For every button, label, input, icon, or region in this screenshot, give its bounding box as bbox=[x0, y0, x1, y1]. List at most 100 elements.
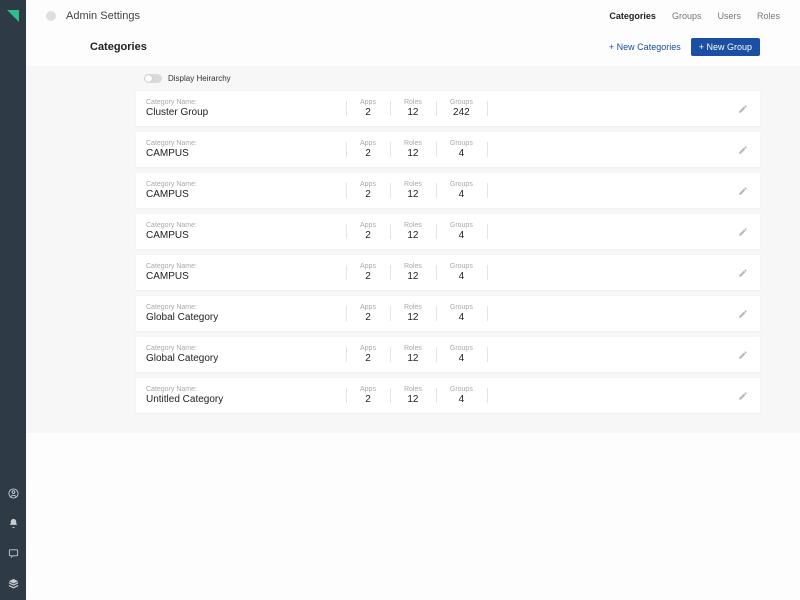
category-row[interactable]: Category Name:CAMPUSApps2Roles12 Groups4 bbox=[136, 173, 760, 208]
stat-label: Groups bbox=[450, 386, 473, 393]
nav-tab-users[interactable]: Users bbox=[717, 11, 741, 21]
stat-divider bbox=[487, 101, 488, 116]
stat-label: Roles bbox=[404, 140, 422, 147]
category-name-label: Category Name: bbox=[146, 181, 346, 188]
category-row[interactable]: Category Name:Untitled CategoryApps2Role… bbox=[136, 378, 760, 413]
stat-groups: Groups4 bbox=[436, 222, 487, 241]
layers-icon[interactable] bbox=[8, 578, 19, 592]
category-row[interactable]: Category Name:Global CategoryApps2Roles1… bbox=[136, 337, 760, 372]
stat-divider bbox=[487, 142, 488, 157]
edit-icon[interactable] bbox=[738, 145, 748, 155]
edit-icon[interactable] bbox=[738, 350, 748, 360]
new-group-button[interactable]: + New Group bbox=[691, 38, 760, 56]
stat-label: Roles bbox=[404, 304, 422, 311]
new-categories-button[interactable]: + New Categories bbox=[609, 42, 681, 52]
edit-icon[interactable] bbox=[738, 268, 748, 278]
stat-label: Groups bbox=[450, 99, 473, 106]
stat-divider bbox=[487, 347, 488, 362]
edit-icon[interactable] bbox=[738, 186, 748, 196]
topbar: Admin Settings Categories Groups Users Role… bbox=[26, 0, 800, 28]
category-name-label: Category Name: bbox=[146, 263, 346, 270]
stat-label: Groups bbox=[450, 263, 473, 270]
stat-value: 4 bbox=[450, 394, 473, 405]
category-stats: Apps2 Roles12 Groups4 bbox=[346, 263, 488, 282]
edit-icon[interactable] bbox=[738, 104, 748, 114]
category-row[interactable]: Category Name:Global CategoryApps2Roles1… bbox=[136, 296, 760, 331]
stat-value: 2 bbox=[360, 312, 376, 323]
stat-label: Roles bbox=[404, 386, 422, 393]
category-stats: Apps2Roles12Groups4 bbox=[346, 304, 488, 323]
stat-label: Apps bbox=[360, 181, 376, 188]
stat-roles: Roles12 bbox=[390, 222, 436, 241]
stat-roles: Roles12 bbox=[390, 181, 436, 200]
page-header: Categories + New Categories + New Group bbox=[26, 28, 800, 66]
stat-value: 4 bbox=[450, 189, 473, 200]
stat-groups: Groups4 bbox=[436, 386, 487, 405]
stat-roles: Roles12 bbox=[390, 140, 436, 159]
category-name-label: Category Name: bbox=[146, 140, 346, 147]
nav-tab-roles[interactable]: Roles bbox=[757, 11, 780, 21]
stat-divider bbox=[487, 224, 488, 239]
edit-icon[interactable] bbox=[738, 391, 748, 401]
stat-value: 2 bbox=[360, 230, 376, 241]
category-row[interactable]: Category Name:Cluster GroupApps2Roles12G… bbox=[136, 91, 760, 126]
stat-groups: Groups4 bbox=[436, 140, 487, 159]
edit-icon[interactable] bbox=[738, 227, 748, 237]
user-icon[interactable] bbox=[8, 488, 19, 502]
main: Admin Settings Categories Groups Users Role… bbox=[26, 0, 800, 600]
category-name-value: Cluster Group bbox=[146, 107, 346, 118]
stat-apps: Apps2 bbox=[346, 386, 390, 405]
stat-value: 4 bbox=[450, 312, 473, 323]
stat-apps: Apps2 bbox=[346, 181, 390, 200]
logo-icon bbox=[7, 10, 19, 22]
app-root: Admin Settings Categories Groups Users Role… bbox=[0, 0, 800, 600]
edit-icon[interactable] bbox=[738, 309, 748, 319]
stat-divider bbox=[487, 388, 488, 403]
category-stats: Apps2Roles12Groups4 bbox=[346, 222, 488, 241]
stat-value: 2 bbox=[360, 271, 376, 282]
nav-tab-categories[interactable]: Categories bbox=[609, 11, 656, 21]
stat-label: Roles bbox=[404, 99, 422, 106]
hierarchy-toggle[interactable] bbox=[144, 74, 162, 83]
category-name-block: Category Name:CAMPUS bbox=[146, 181, 346, 200]
category-name-value: Global Category bbox=[146, 353, 346, 364]
stat-value: 12 bbox=[404, 271, 422, 282]
category-name-value: CAMPUS bbox=[146, 148, 346, 159]
stat-label: Roles bbox=[404, 345, 422, 352]
category-name-block: Category Name:CAMPUS bbox=[146, 263, 346, 282]
breadcrumb-dot-icon bbox=[46, 11, 56, 21]
hierarchy-toggle-label: Display Heirarchy bbox=[168, 74, 231, 83]
stat-label: Groups bbox=[450, 181, 473, 188]
stat-value: 12 bbox=[404, 148, 422, 159]
stat-apps: Apps2 bbox=[346, 222, 390, 241]
category-name-label: Category Name: bbox=[146, 99, 346, 106]
bell-icon[interactable] bbox=[8, 518, 19, 532]
stat-value: 2 bbox=[360, 148, 376, 159]
category-stats: Apps2Roles12Groups4 bbox=[346, 140, 488, 159]
category-stats: Apps2Roles12 Groups4 bbox=[346, 181, 488, 200]
stat-value: 12 bbox=[404, 230, 422, 241]
stat-value: 4 bbox=[450, 271, 473, 282]
stat-label: Apps bbox=[360, 304, 376, 311]
stat-label: Apps bbox=[360, 263, 376, 270]
category-stats: Apps2Roles12Groups242 bbox=[346, 99, 488, 118]
page-title: Categories bbox=[90, 41, 147, 53]
category-stats: Apps2Roles12Groups4 bbox=[346, 386, 488, 405]
content: Display Heirarchy Category Name:Cluster … bbox=[26, 66, 800, 433]
stat-roles: Roles12 bbox=[390, 304, 436, 323]
stat-value: 2 bbox=[360, 394, 376, 405]
breadcrumb: Admin Settings bbox=[66, 10, 140, 22]
category-name-value: Untitled Category bbox=[146, 394, 346, 405]
category-row[interactable]: Category Name:CAMPUSApps2Roles12Groups4 bbox=[136, 132, 760, 167]
category-row[interactable]: Category Name:CAMPUS Apps2 Roles12 Groups4 bbox=[136, 255, 760, 290]
stat-divider bbox=[487, 183, 488, 198]
category-name-label: Category Name: bbox=[146, 304, 346, 311]
header-actions: + New Categories + New Group bbox=[609, 38, 760, 56]
stat-label: Roles bbox=[404, 263, 422, 270]
stat-groups: Groups242 bbox=[436, 99, 487, 118]
nav-tab-groups[interactable]: Groups bbox=[672, 11, 702, 21]
stat-value: 242 bbox=[450, 107, 473, 118]
sidebar bbox=[0, 0, 26, 600]
chat-icon[interactable] bbox=[8, 548, 19, 562]
category-row[interactable]: Category Name:CAMPUSApps2Roles12Groups4 bbox=[136, 214, 760, 249]
